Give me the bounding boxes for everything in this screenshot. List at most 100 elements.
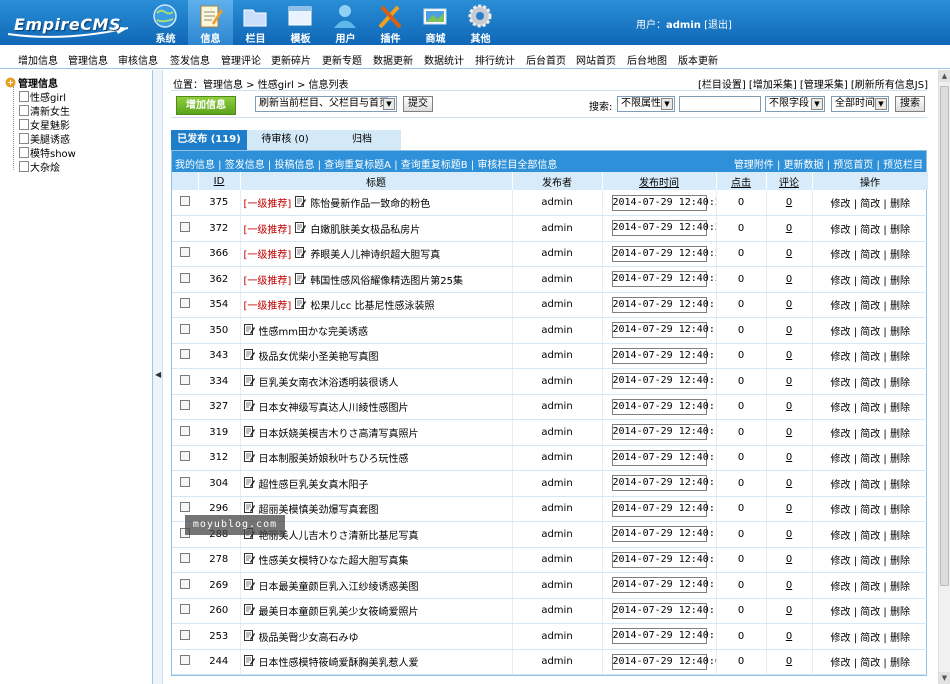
row-title-link[interactable]: 日本最美童颜巨乳入江纱绫诱惑美图 <box>259 582 419 593</box>
row-checkbox[interactable] <box>180 604 190 615</box>
grid-left-links[interactable]: 我的信息 | 签发信息 | 投稿信息 | 查询重复标题A | 查询重复标题B |… <box>175 156 557 171</box>
nav-template[interactable]: 模板 <box>278 0 323 45</box>
row-actions[interactable]: 修改 | 简改 | 删除 <box>812 394 928 420</box>
row-time-field[interactable]: 2014-07-29 12:40:18 <box>611 322 715 339</box>
row-checkbox[interactable] <box>180 502 190 513</box>
row-time-field[interactable]: 2014-07-29 12:40:15 <box>611 424 715 441</box>
row-actions[interactable]: 修改 | 简改 | 删除 <box>812 292 928 318</box>
search-button[interactable]: 搜索 <box>895 96 925 112</box>
tab-archive[interactable]: 归档 <box>323 130 401 150</box>
empirecms-logo[interactable]: EmpireCMS <box>4 6 130 40</box>
col-id[interactable]: ID <box>198 172 241 190</box>
sidebar-item-legs[interactable]: 美腿诱惑 <box>19 131 70 146</box>
menu-update-fragments[interactable]: 更新碎片 <box>271 52 311 67</box>
col-comments[interactable]: 评论 <box>766 172 813 190</box>
row-title-link[interactable]: 日本妖娆美模吉木りさ高清写真照片 <box>259 429 419 440</box>
row-time-field[interactable]: 2014-07-29 12:40:11 <box>611 602 715 619</box>
row-time-field[interactable]: 2014-07-29 12:40:17 <box>611 347 715 364</box>
row-time-field[interactable]: 2014-07-29 12:40:15 <box>611 449 715 466</box>
sidebar-item-fresh-girl[interactable]: 清新女生 <box>19 103 70 118</box>
scroll-down-icon[interactable]: ▼ <box>939 672 950 684</box>
menu-version-update[interactable]: 版本更新 <box>678 52 718 67</box>
row-comments-link[interactable]: 0 <box>786 529 792 540</box>
row-title-link[interactable]: 极品女优柴小圣美艳写真图 <box>259 352 379 363</box>
logout-link[interactable]: [退出] <box>704 20 732 31</box>
row-actions[interactable]: 修改 | 简改 | 删除 <box>812 368 928 395</box>
row-comments-link[interactable]: 0 <box>786 580 792 591</box>
row-title-link[interactable]: 极品美臀少女高石みゆ <box>259 633 359 644</box>
nav-plugin[interactable]: 插件 <box>368 0 413 45</box>
attr-select[interactable]: 不限属性 ▼ <box>617 96 675 112</box>
row-title-link[interactable]: 韩国性感风俗耀像精选图片第25集 <box>310 276 463 287</box>
row-comments-link[interactable]: 0 <box>786 452 792 463</box>
row-comments-link[interactable]: 0 <box>786 631 792 642</box>
row-checkbox[interactable] <box>180 221 190 232</box>
row-time-field[interactable]: 2014-07-29 12:40:14 <box>611 475 715 492</box>
grid-right-links[interactable]: 管理附件 | 更新数据 | 预览首页 | 预览栏目 <box>734 156 923 171</box>
row-time-field[interactable]: 2014-07-29 12:40:11 <box>611 577 715 594</box>
row-comments-link[interactable]: 0 <box>786 197 792 208</box>
row-comments-link[interactable]: 0 <box>786 503 792 514</box>
row-comments-link[interactable]: 0 <box>786 274 792 285</box>
scroll-up-icon[interactable]: ▲ <box>939 70 950 82</box>
menu-site-home[interactable]: 网站首页 <box>576 52 616 67</box>
row-actions[interactable]: 修改 | 简改 | 删除 <box>812 547 928 573</box>
row-checkbox[interactable] <box>180 196 190 206</box>
row-checkbox[interactable] <box>180 553 190 564</box>
field-select[interactable]: 不限字段 ▼ <box>765 96 825 112</box>
row-title-link[interactable]: 养眼美人儿神诗织超大胆写真 <box>310 250 440 261</box>
sidebar-item-model-show[interactable]: 模特show <box>19 145 76 160</box>
row-time-field[interactable]: 2014-07-29 12:40:21 <box>611 245 715 262</box>
row-actions[interactable]: 修改 | 简改 | 删除 <box>812 266 928 293</box>
row-time-field[interactable]: 2014-07-29 12:40:19 <box>611 296 715 313</box>
row-actions[interactable]: 修改 | 简改 | 删除 <box>812 649 928 675</box>
row-actions[interactable]: 修改 | 简改 | 删除 <box>812 215 928 242</box>
row-comments-link[interactable]: 0 <box>786 656 792 667</box>
menu-sign-info[interactable]: 签发信息 <box>170 52 210 67</box>
row-checkbox[interactable] <box>180 349 190 360</box>
row-comments-link[interactable]: 0 <box>786 223 792 234</box>
sidebar-item-sexy-girl[interactable]: 性感girl <box>19 89 66 104</box>
row-title-link[interactable]: 松果儿cc 比基尼性感泳装照 <box>310 301 434 312</box>
sidebar-splitter[interactable]: ◀ <box>153 70 163 684</box>
search-input[interactable] <box>679 96 761 112</box>
sidebar-item-misc[interactable]: 大杂烩 <box>19 159 60 174</box>
row-time-field[interactable]: 2014-07-29 12:40:14 <box>611 500 715 517</box>
row-actions[interactable]: 修改 | 简改 | 删除 <box>812 343 928 369</box>
row-comments-link[interactable]: 0 <box>786 605 792 616</box>
row-title-link[interactable]: 性感mm田かな完美诱惑 <box>259 327 368 338</box>
row-actions[interactable]: 修改 | 简改 | 删除 <box>812 623 928 650</box>
row-comments-link[interactable]: 0 <box>786 248 792 259</box>
row-actions[interactable]: 修改 | 简改 | 删除 <box>812 470 928 497</box>
menu-manage-comments[interactable]: 管理评论 <box>221 52 261 67</box>
row-title-link[interactable]: 陈怡曼新作品一致命的粉色 <box>310 199 430 210</box>
row-title-link[interactable]: 性感美女模特ひなた超大胆写真集 <box>259 556 409 567</box>
row-actions[interactable]: 修改 | 简改 | 删除 <box>812 521 928 548</box>
row-checkbox[interactable] <box>180 578 190 589</box>
row-checkbox[interactable] <box>180 476 190 487</box>
nav-other[interactable]: 其他 <box>458 0 503 45</box>
row-title-link[interactable]: 白嫩肌肤美女极品私房片 <box>310 225 420 236</box>
row-title-link[interactable]: 最美日本童颜巨乳美少女筱崎爱照片 <box>259 607 419 618</box>
row-actions[interactable]: 修改 | 简改 | 删除 <box>812 241 928 267</box>
nav-user[interactable]: 用户 <box>323 0 368 45</box>
row-time-field[interactable]: 2014-07-29 12:40:09 <box>611 653 715 670</box>
row-checkbox[interactable] <box>180 400 190 411</box>
scroll-thumb[interactable] <box>940 86 949 586</box>
tab-pending[interactable]: 待审核 (0) <box>247 130 323 150</box>
row-title-link[interactable]: 超性感巨乳美女真木阳子 <box>259 480 369 491</box>
row-checkbox[interactable] <box>180 655 190 666</box>
row-comments-link[interactable]: 0 <box>786 554 792 565</box>
menu-rank-stats[interactable]: 排行统计 <box>475 52 515 67</box>
tab-published[interactable]: 已发布 (119) <box>171 130 247 150</box>
row-time-field[interactable]: 2014-07-29 12:40:23 <box>611 220 715 237</box>
col-time[interactable]: 发布时间 <box>602 172 717 190</box>
row-time-field[interactable]: 2014-07-29 12:40:10 <box>611 628 715 645</box>
row-time-field[interactable]: 2014-07-29 12:40:24 <box>611 194 715 211</box>
row-actions[interactable]: 修改 | 简改 | 删除 <box>812 445 928 471</box>
row-checkbox[interactable] <box>180 425 190 436</box>
row-checkbox[interactable] <box>180 298 190 309</box>
menu-admin-map[interactable]: 后台地图 <box>627 52 667 67</box>
row-time-field[interactable]: 2014-07-29 12:40:20 <box>611 271 715 288</box>
sidebar-item-stars[interactable]: 女星魅影 <box>19 117 70 132</box>
